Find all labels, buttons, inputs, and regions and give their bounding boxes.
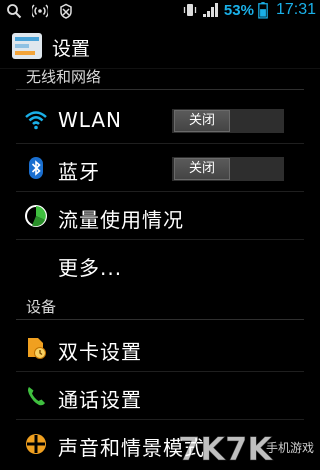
section-divider xyxy=(16,319,304,320)
settings-item-label: 通话设置 xyxy=(58,388,142,412)
action-bar: 设置 xyxy=(0,24,320,69)
battery-percent: 53% xyxy=(223,1,254,19)
settings-item-call[interactable]: 通话设置 xyxy=(0,372,320,420)
watermark-subtext: 手机游戏 xyxy=(266,441,314,455)
section-title: 无线和网络 xyxy=(26,68,102,86)
watermark-logo: 7K7K 手机游戏 xyxy=(178,430,314,468)
bluetooth-toggle[interactable]: 关闭 xyxy=(172,157,284,181)
settings-item-label: 双卡设置 xyxy=(58,340,142,364)
settings-app-icon[interactable] xyxy=(11,32,43,60)
watermark-brand: 7K7K xyxy=(178,430,273,468)
section-header-wireless: 无线和网络 xyxy=(0,64,320,90)
section-divider xyxy=(16,89,304,90)
battery-icon xyxy=(258,2,268,19)
settings-item-label: WLAN xyxy=(58,108,123,132)
settings-item-bluetooth[interactable]: 蓝牙 关闭 xyxy=(0,144,320,192)
settings-item-data-usage[interactable]: 流量使用情况 xyxy=(0,192,320,240)
toggle-state-label: 关闭 xyxy=(174,110,230,132)
settings-item-more[interactable]: 更多... xyxy=(0,240,320,288)
settings-item-label: 流量使用情况 xyxy=(58,208,184,232)
search-icon xyxy=(7,4,22,19)
status-bar: 53% 17:31 xyxy=(0,0,320,24)
settings-item-label: 更多... xyxy=(58,256,123,280)
section-header-device: 设备 xyxy=(0,294,320,320)
bluetooth-icon xyxy=(29,157,43,179)
settings-item-label: 蓝牙 xyxy=(58,160,100,184)
wlan-toggle[interactable]: 关闭 xyxy=(172,109,284,133)
clock: 17:31 xyxy=(275,1,316,18)
wifi-icon xyxy=(25,111,47,130)
sim-card-icon xyxy=(28,338,46,359)
phone-icon xyxy=(28,387,45,406)
data-usage-icon xyxy=(25,205,47,227)
hotspot-icon xyxy=(32,4,48,18)
section-title: 设备 xyxy=(26,298,57,316)
shield-off-icon xyxy=(60,3,72,19)
toggle-state-label: 关闭 xyxy=(174,158,230,180)
settings-item-wlan[interactable]: WLAN 关闭 xyxy=(0,96,320,144)
settings-item-dual-sim[interactable]: 双卡设置 xyxy=(0,324,320,372)
signal-icon xyxy=(202,3,218,17)
sound-profile-icon xyxy=(26,434,46,454)
page-title: 设置 xyxy=(52,38,91,60)
vibrate-icon xyxy=(183,4,197,16)
